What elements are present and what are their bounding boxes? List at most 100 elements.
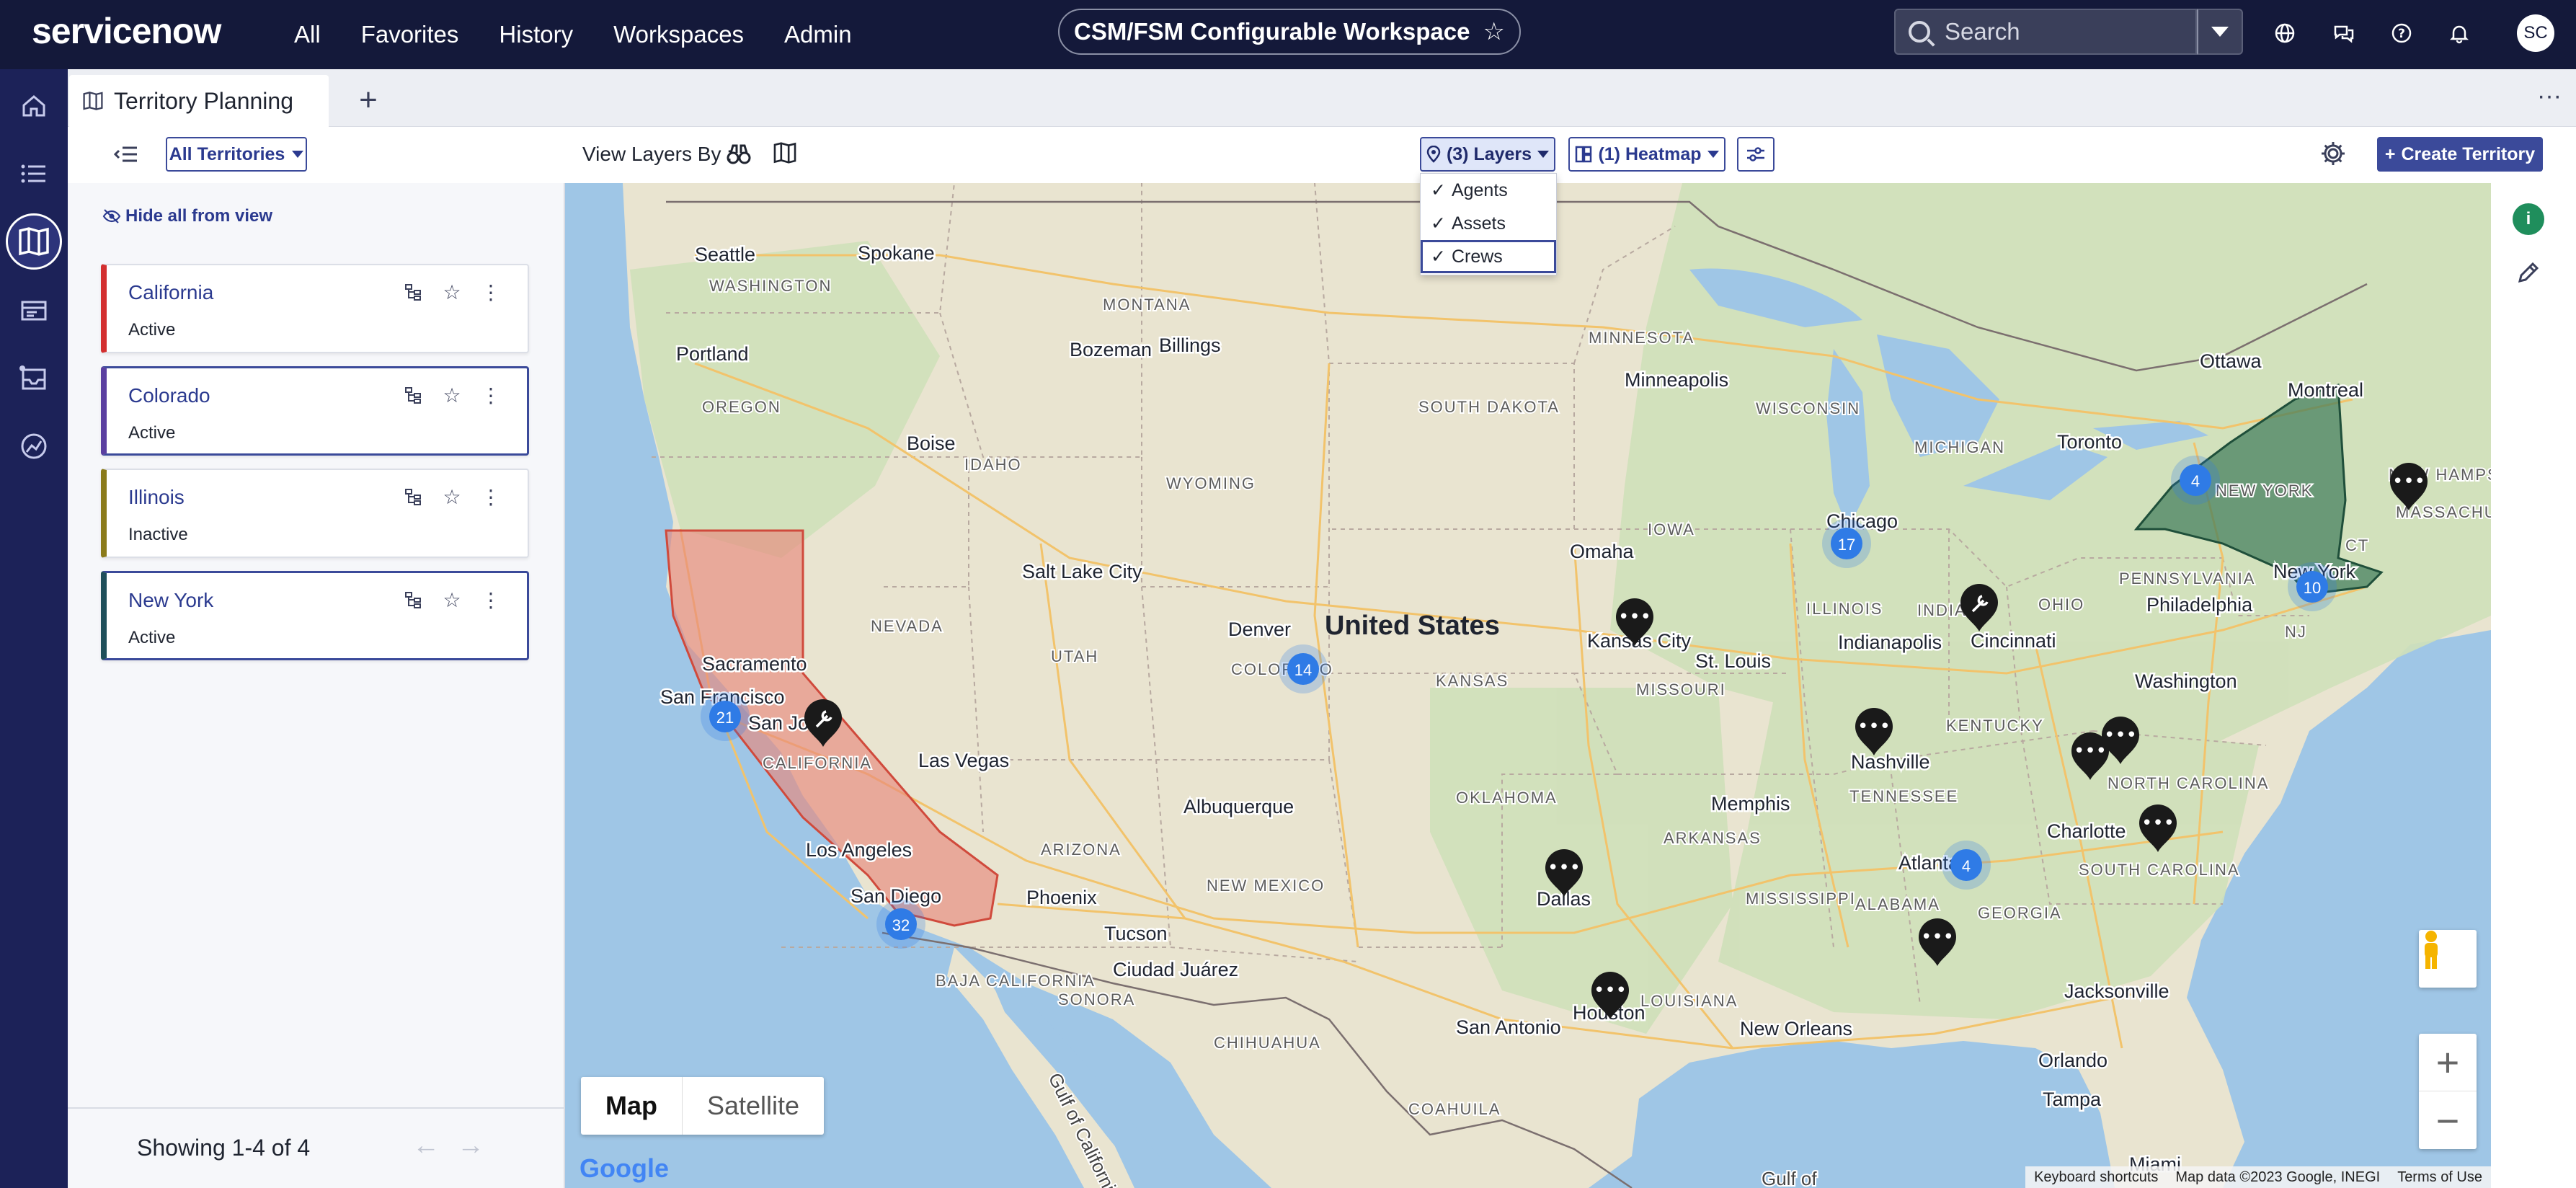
territory-card-new-york[interactable]: New York Active ☆ ⋮: [101, 571, 529, 660]
layers-dropdown-button[interactable]: (3) Layers: [1420, 137, 1555, 172]
cluster-marker[interactable]: 21: [701, 692, 750, 741]
state-label: UTAH: [1051, 647, 1098, 665]
hierarchy-icon[interactable]: [402, 589, 424, 611]
help-icon[interactable]: ?: [2383, 14, 2420, 52]
state-label: CALIFORNIA: [763, 754, 872, 772]
more-vertical-icon[interactable]: ⋮: [480, 486, 502, 508]
cluster-marker[interactable]: 4: [2171, 456, 2220, 505]
city-label: San Antonio: [1456, 1016, 1561, 1038]
city-label: Ottawa: [2200, 350, 2262, 372]
layer-option-label: Crews: [1451, 246, 1503, 267]
list-icon[interactable]: [16, 156, 52, 192]
global-search-input[interactable]: Search: [1894, 9, 2197, 55]
globe-icon[interactable]: [2266, 14, 2304, 52]
territory-card-california[interactable]: California Active ☆ ⋮: [101, 264, 529, 353]
star-icon[interactable]: ☆: [441, 486, 463, 508]
plus-icon: +: [2384, 143, 2396, 164]
nav-all[interactable]: All: [294, 21, 321, 48]
city-label: Phoenix: [1026, 887, 1097, 908]
all-territories-dropdown[interactable]: All Territories: [166, 137, 307, 172]
city-label: Los Angeles: [806, 839, 912, 861]
territory-card-colorado[interactable]: Colorado Active ☆ ⋮: [101, 366, 529, 456]
map-type-satellite-button[interactable]: Satellite: [682, 1077, 824, 1135]
add-tab-button[interactable]: +: [350, 82, 386, 118]
territory-status: Active: [128, 320, 176, 340]
more-vertical-icon[interactable]: ⋮: [480, 281, 502, 303]
map-type-map-button[interactable]: Map: [581, 1077, 682, 1135]
svg-text:?: ?: [2398, 27, 2405, 41]
territory-status: Active: [128, 423, 176, 443]
state-label: OREGON: [702, 398, 781, 416]
territory-map-icon[interactable]: [6, 213, 62, 270]
chat-icon[interactable]: [2325, 14, 2363, 52]
create-territory-button[interactable]: + Create Territory: [2377, 137, 2543, 172]
more-options-icon[interactable]: ···: [2537, 82, 2562, 110]
favorite-star-icon[interactable]: ☆: [1483, 17, 1504, 46]
notifications-bell-icon[interactable]: [2440, 14, 2478, 52]
layer-option-assets[interactable]: ✓ Assets: [1421, 207, 1556, 240]
star-icon[interactable]: ☆: [441, 281, 463, 303]
nav-history[interactable]: History: [499, 21, 573, 48]
cluster-marker[interactable]: 10: [2288, 562, 2337, 611]
territory-view-icon[interactable]: [773, 141, 799, 167]
hierarchy-icon[interactable]: [402, 486, 424, 507]
user-avatar[interactable]: SC: [2517, 14, 2554, 52]
cluster-count: 21: [716, 709, 734, 727]
layer-option-agents[interactable]: ✓ Agents: [1421, 174, 1556, 207]
cluster-marker[interactable]: 32: [876, 900, 925, 949]
nav-workspaces[interactable]: Workspaces: [613, 21, 744, 48]
city-label: Minneapolis: [1625, 369, 1728, 391]
previous-page-arrow-icon[interactable]: ←: [412, 1130, 440, 1161]
cluster-marker[interactable]: 4: [1942, 841, 1991, 890]
binoculars-icon[interactable]: [727, 141, 752, 167]
more-vertical-icon[interactable]: ⋮: [480, 384, 502, 407]
inbox-icon[interactable]: [16, 360, 52, 396]
toolbar: All Territories View Layers By : (3) Lay…: [68, 127, 2576, 183]
records-icon[interactable]: [16, 293, 52, 329]
map-canvas[interactable]: United States WASHINGTON MONTANA IDAHO W…: [565, 183, 2491, 1188]
cluster-marker[interactable]: 17: [1822, 519, 1871, 568]
more-vertical-icon[interactable]: ⋮: [480, 589, 502, 611]
street-view-pegman-icon[interactable]: [2419, 930, 2477, 988]
analytics-icon[interactable]: [16, 428, 52, 464]
map-attribution: Keyboard shortcuts Map data ©2023 Google…: [2025, 1166, 2491, 1188]
star-icon[interactable]: ☆: [441, 589, 463, 611]
filter-settings-button[interactable]: [1737, 137, 1775, 172]
keyboard-shortcuts-link[interactable]: Keyboard shortcuts: [2025, 1169, 2167, 1186]
info-icon[interactable]: i: [2513, 203, 2544, 235]
terms-of-use-link[interactable]: Terms of Use: [2389, 1169, 2491, 1186]
edit-pencil-icon[interactable]: [2515, 260, 2544, 288]
settings-gear-icon[interactable]: [2319, 140, 2348, 169]
city-label: Nashville: [1851, 751, 1930, 773]
territory-name[interactable]: Colorado: [128, 384, 210, 407]
layer-option-crews[interactable]: ✓ Crews: [1421, 240, 1556, 273]
territory-map[interactable]: United States WASHINGTON MONTANA IDAHO W…: [565, 183, 2491, 1188]
next-page-arrow-icon[interactable]: →: [457, 1130, 484, 1161]
nav-admin[interactable]: Admin: [784, 21, 852, 48]
layer-option-label: Assets: [1451, 213, 1506, 234]
heatmap-dropdown-button[interactable]: (1) Heatmap: [1568, 137, 1726, 172]
nav-favorites[interactable]: Favorites: [361, 21, 459, 48]
search-scope-dropdown[interactable]: [2197, 9, 2243, 55]
hierarchy-icon[interactable]: [402, 384, 424, 406]
zoom-in-button[interactable]: +: [2419, 1034, 2477, 1091]
collapse-panel-button[interactable]: [112, 141, 141, 167]
hide-all-link[interactable]: Hide all from view: [102, 206, 272, 226]
zoom-out-button[interactable]: −: [2419, 1091, 2477, 1149]
state-label: PENNSYLVANIA: [2119, 569, 2255, 588]
territory-name[interactable]: California: [128, 281, 213, 304]
city-label: Ciudad Juárez: [1113, 959, 1238, 980]
workspace-title-pill[interactable]: CSM/FSM Configurable Workspace ☆: [1058, 9, 1521, 55]
checkmark-icon: ✓: [1431, 213, 1446, 234]
territory-name[interactable]: New York: [128, 589, 213, 612]
heatmap-icon: [1576, 146, 1592, 163]
state-label: ALABAMA: [1855, 895, 1940, 913]
cluster-marker[interactable]: 14: [1279, 644, 1328, 693]
star-icon[interactable]: ☆: [441, 384, 463, 407]
territory-name[interactable]: Illinois: [128, 486, 185, 509]
territory-card-illinois[interactable]: Illinois Inactive ☆ ⋮: [101, 469, 529, 558]
servicenow-logo[interactable]: servicenow: [32, 10, 221, 52]
tab-territory-planning[interactable]: Territory Planning: [69, 75, 329, 127]
hierarchy-icon[interactable]: [402, 281, 424, 303]
home-icon[interactable]: [16, 88, 52, 124]
